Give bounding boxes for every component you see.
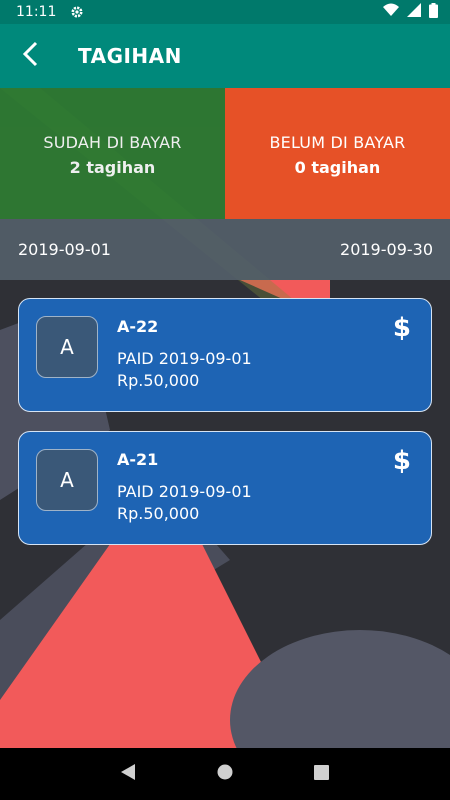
app-bar: TAGIHAN	[0, 24, 450, 88]
status-icons	[383, 2, 438, 22]
bill-card[interactable]: A A-21 PAID 2019-09-01 Rp.50,000 $	[18, 431, 432, 545]
avatar: A	[36, 316, 98, 378]
nav-back-icon	[120, 763, 136, 785]
nav-recents-button[interactable]	[302, 754, 342, 794]
bill-summary: SUDAH DI BAYAR 2 tagihan BELUM DI BAYAR …	[0, 88, 450, 219]
paid-label: SUDAH DI BAYAR	[43, 132, 182, 152]
nav-recents-icon	[314, 764, 330, 784]
dollar-icon: $	[392, 313, 411, 343]
start-date[interactable]: 2019-09-01	[18, 240, 111, 259]
bill-name: A-22	[117, 317, 159, 336]
unpaid-count: 0 tagihan	[294, 157, 381, 177]
dollar-icon: $	[392, 446, 411, 476]
nav-home-button[interactable]	[205, 754, 245, 794]
back-button[interactable]	[0, 24, 60, 88]
status-bar: 11:11	[0, 0, 450, 24]
bill-card[interactable]: A A-22 PAID 2019-09-01 Rp.50,000 $	[18, 298, 432, 412]
date-range-bar: 2019-09-01 2019-09-30	[0, 219, 450, 280]
bill-amount: Rp.50,000	[117, 371, 200, 390]
status-time: 11:11	[16, 4, 57, 20]
bill-status: PAID 2019-09-01	[117, 349, 252, 368]
nav-back-button[interactable]	[108, 754, 148, 794]
signal-icon	[407, 3, 421, 21]
battery-icon	[429, 2, 438, 22]
unpaid-summary[interactable]: BELUM DI BAYAR 0 tagihan	[225, 88, 450, 219]
bill-status: PAID 2019-09-01	[117, 482, 252, 501]
settings-gear-icon	[70, 5, 84, 19]
page-title: TAGIHAN	[78, 44, 182, 68]
paid-count: 2 tagihan	[69, 157, 156, 177]
end-date[interactable]: 2019-09-30	[340, 240, 433, 259]
wifi-icon	[383, 3, 399, 21]
system-nav-bar	[0, 748, 450, 800]
nav-home-icon	[217, 764, 233, 784]
paid-summary[interactable]: SUDAH DI BAYAR 2 tagihan	[0, 88, 225, 219]
unpaid-label: BELUM DI BAYAR	[269, 132, 406, 152]
avatar: A	[36, 449, 98, 511]
back-arrow-icon	[21, 41, 39, 71]
bill-amount: Rp.50,000	[117, 504, 200, 523]
bill-name: A-21	[117, 450, 159, 469]
